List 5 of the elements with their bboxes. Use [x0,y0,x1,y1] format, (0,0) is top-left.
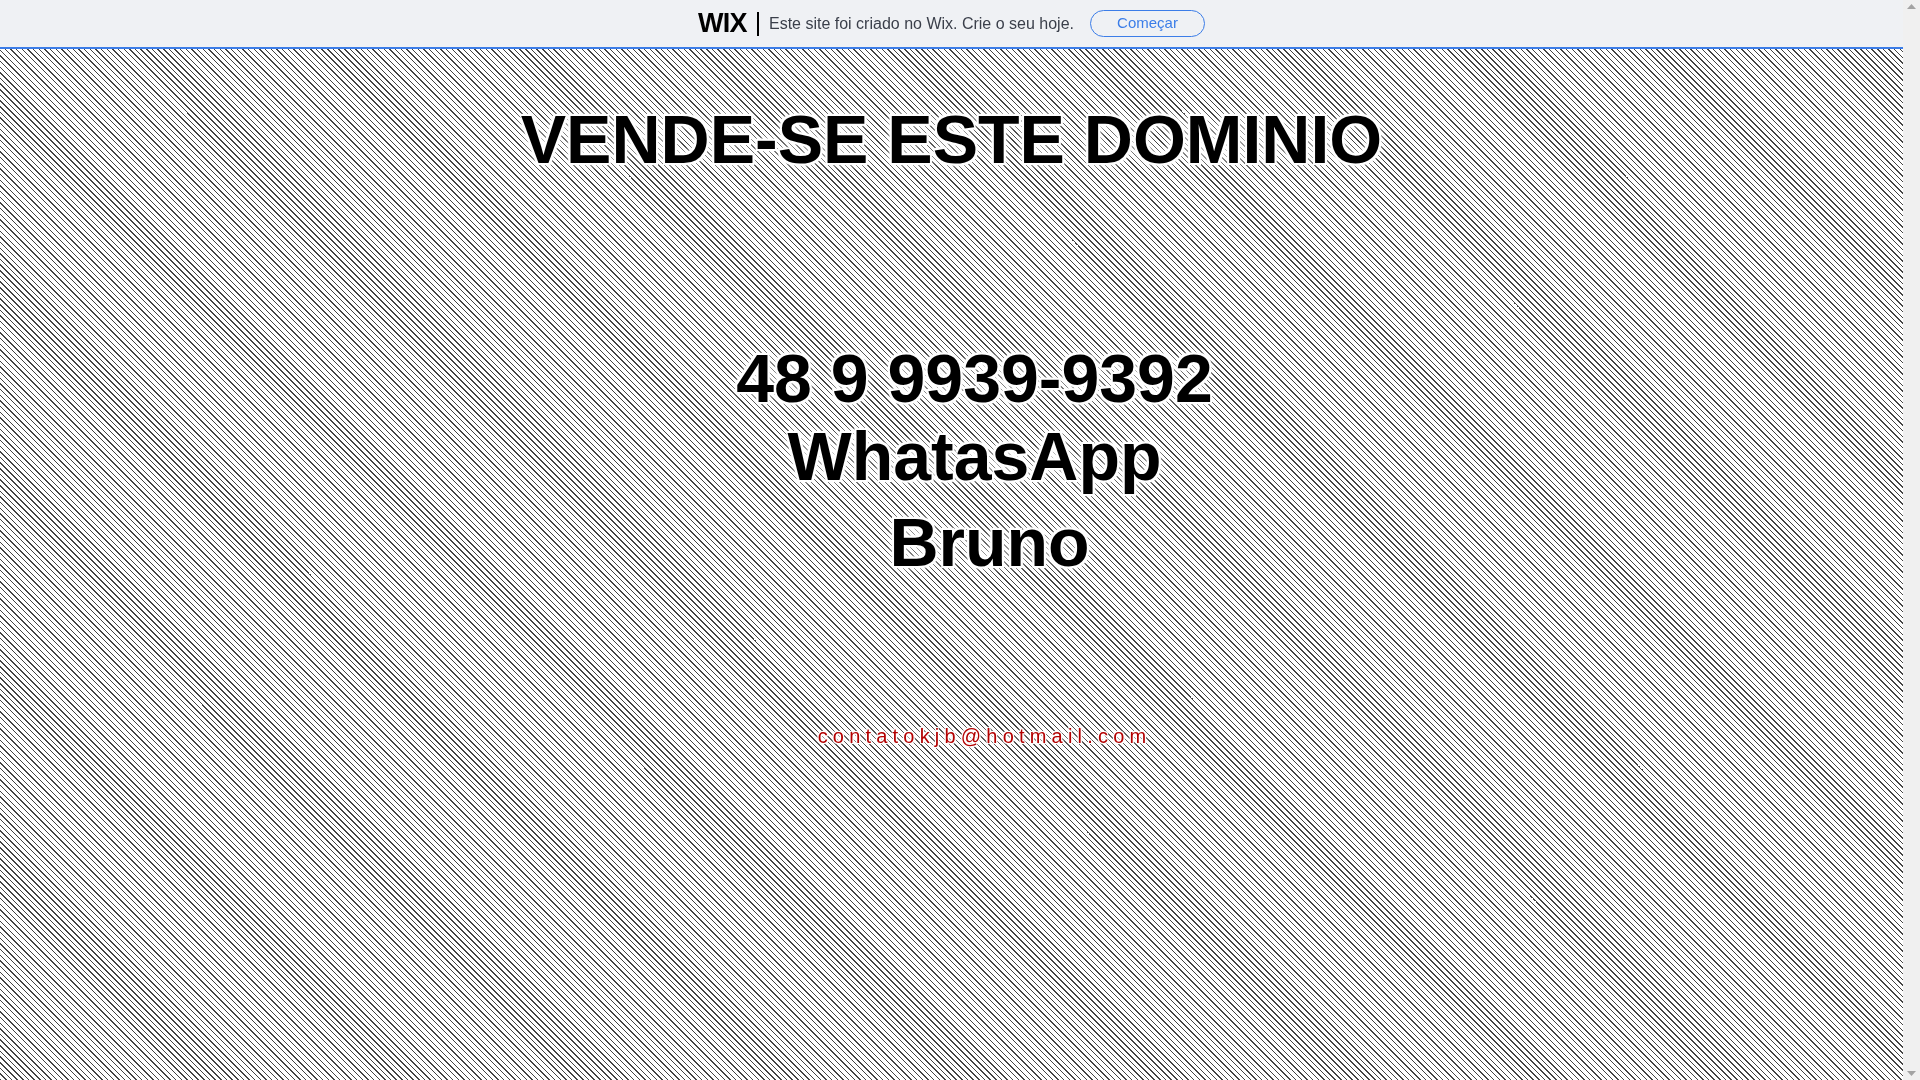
scroll-up-icon[interactable] [1907,4,1916,9]
wix-logo: WIX [698,7,747,41]
banner-message: Este site foi criado no Wix. Crie o seu hoje. [768,13,1074,34]
scroll-down-icon[interactable] [1907,1071,1916,1076]
scrollbar[interactable] [1903,0,1920,1080]
